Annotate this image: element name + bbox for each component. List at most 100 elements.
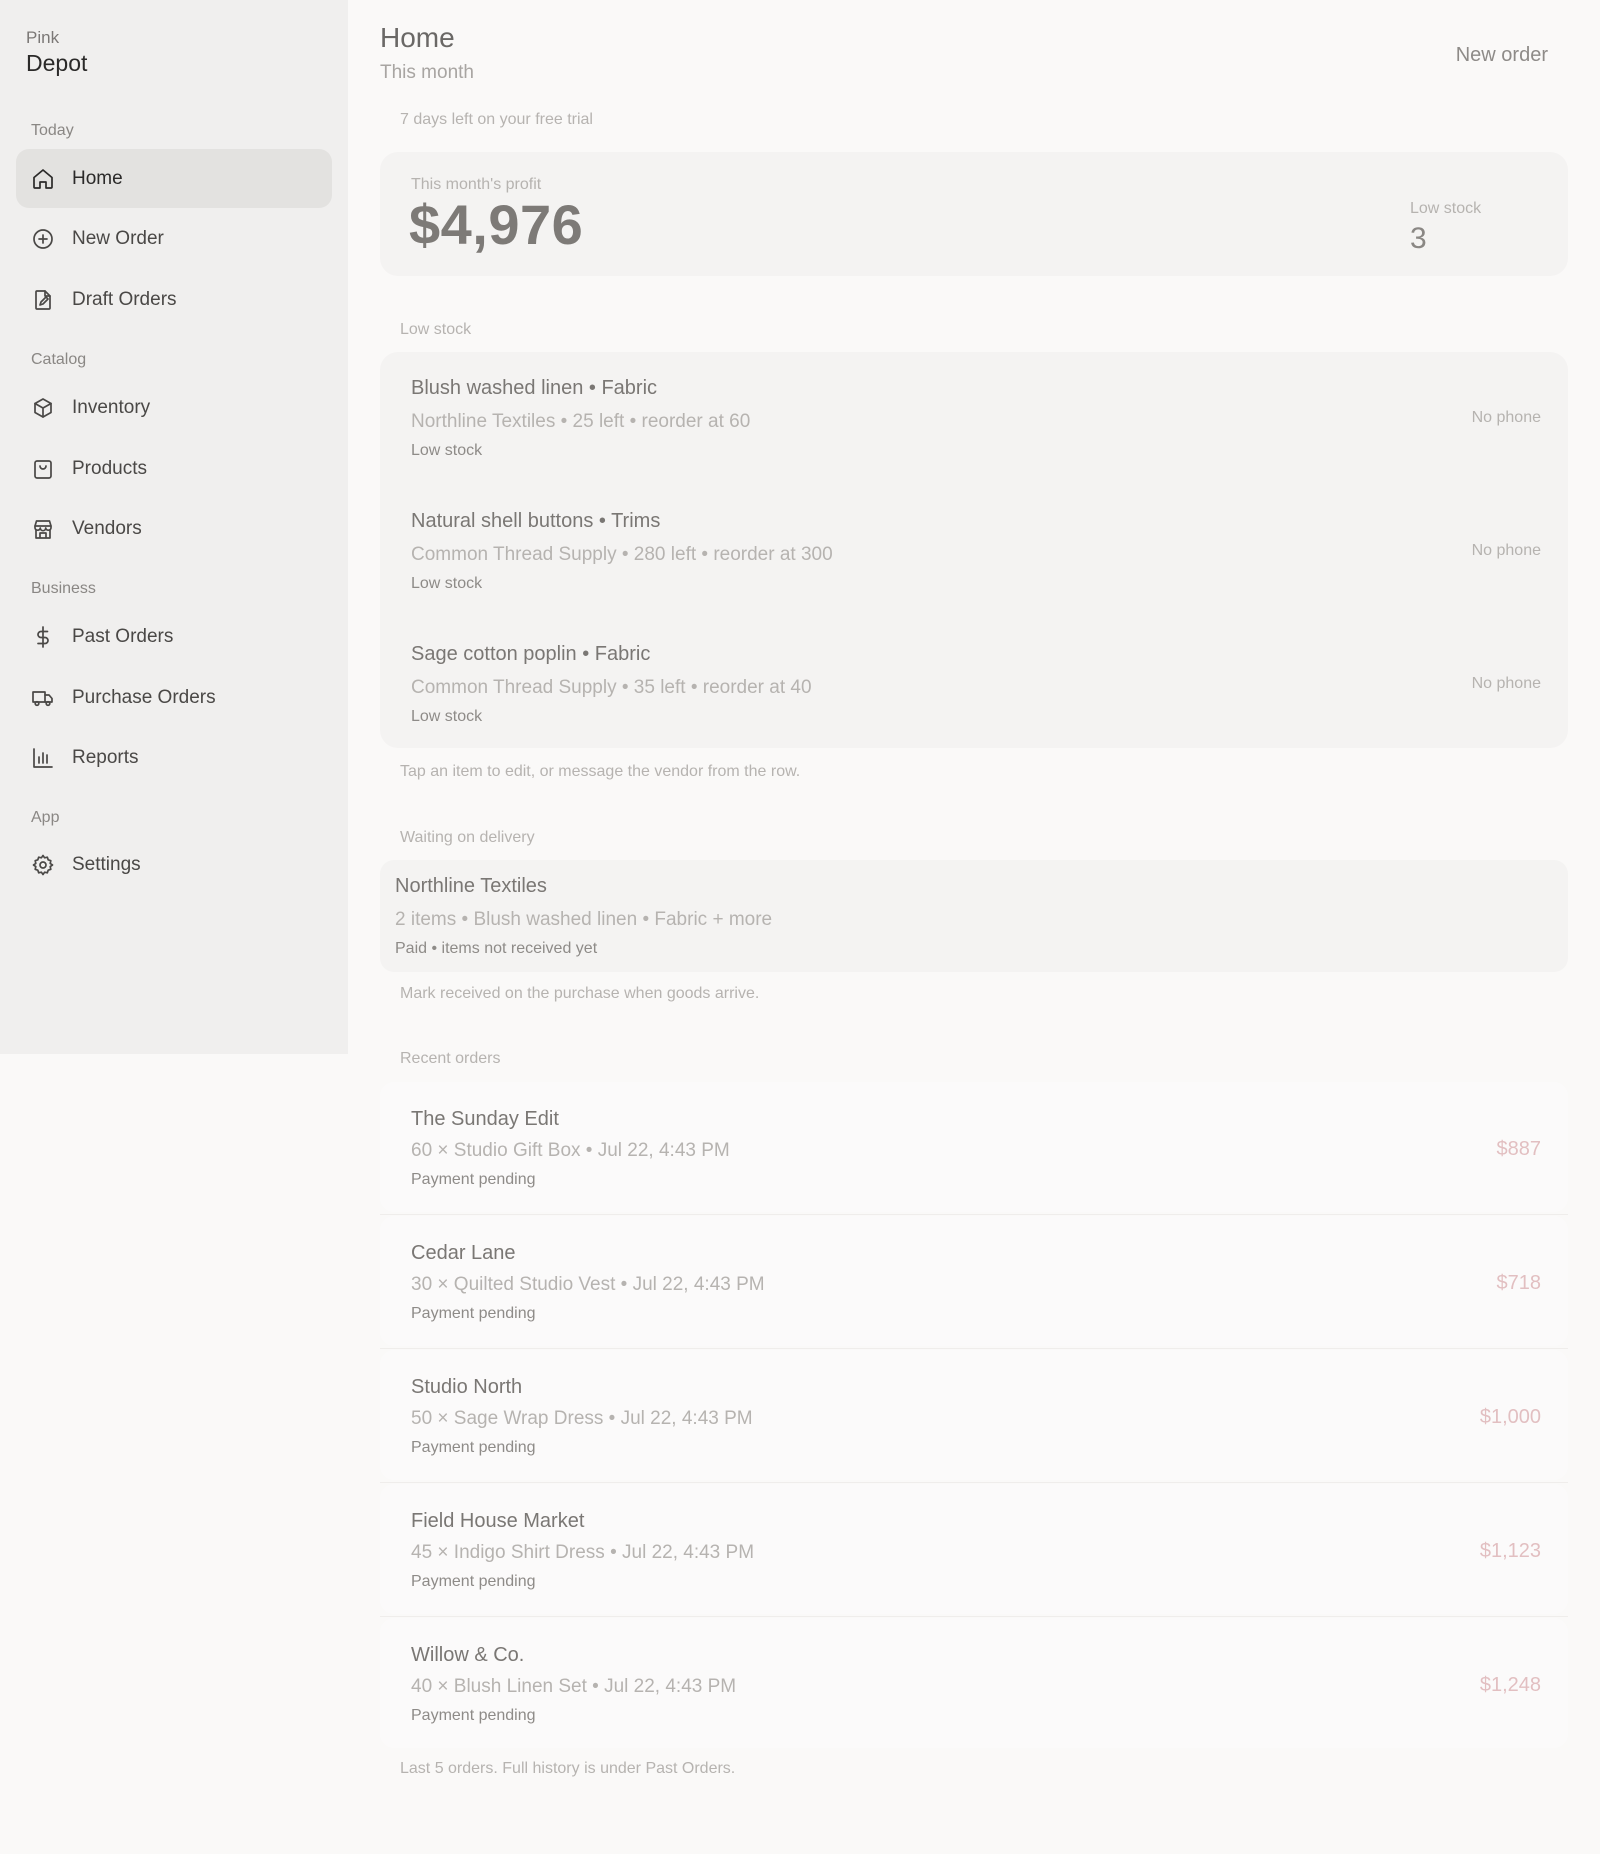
sidebar-item-label: Inventory xyxy=(72,396,151,418)
sidebar-item-label: Home xyxy=(72,167,123,189)
section-label-today: Today xyxy=(31,122,74,139)
sidebar-item-vendors[interactable]: Vendors xyxy=(16,499,332,558)
page-subtitle: This month xyxy=(380,62,474,83)
order-amount: $1,248 xyxy=(1479,1674,1541,1696)
sidebar-item-inventory[interactable]: Inventory xyxy=(16,378,332,437)
sidebar-item-label: Reports xyxy=(72,746,139,768)
order-amount: $1,123 xyxy=(1479,1540,1541,1562)
item-detail: Common Thread Supply • 35 left • reorder… xyxy=(411,677,812,698)
order-row[interactable]: Field House Market 45 × Indigo Shirt Dre… xyxy=(380,1484,1568,1614)
sidebar: Pink Depot Today Home New Order Draft Or… xyxy=(0,0,348,1054)
sidebar-item-label: Settings xyxy=(72,853,141,875)
item-status: Low stock xyxy=(411,442,483,459)
waiting-footnote: Mark received on the purchase when goods… xyxy=(400,985,760,1002)
page-title: Home xyxy=(380,22,455,53)
order-customer: Studio North xyxy=(411,1376,523,1398)
order-status: Payment pending xyxy=(411,1171,536,1188)
delivery-detail: 2 items • Blush washed linen • Fabric + … xyxy=(395,909,773,930)
order-detail: 40 × Blush Linen Set • Jul 22, 4:43 PM xyxy=(411,1676,737,1697)
sidebar-item-new-order[interactable]: New Order xyxy=(16,209,332,268)
sidebar-item-settings[interactable]: Settings xyxy=(16,835,332,894)
vendor-contact: No phone xyxy=(1471,542,1541,559)
divider xyxy=(380,1482,1568,1483)
shopping-bag-icon xyxy=(30,456,56,482)
order-status: Payment pending xyxy=(411,1305,536,1322)
order-customer: Willow & Co. xyxy=(411,1644,525,1666)
item-detail: Northline Textiles • 25 left • reorder a… xyxy=(411,411,751,432)
waiting-heading: Waiting on delivery xyxy=(400,829,535,846)
low-stock-heading: Low stock xyxy=(400,321,472,338)
order-detail: 30 × Quilted Studio Vest • Jul 22, 4:43 … xyxy=(411,1274,765,1295)
order-row[interactable]: Cedar Lane 30 × Quilted Studio Vest • Ju… xyxy=(380,1216,1568,1346)
order-status: Payment pending xyxy=(411,1439,536,1456)
order-row[interactable]: Studio North 50 × Sage Wrap Dress • Jul … xyxy=(380,1350,1568,1480)
order-detail: 50 × Sage Wrap Dress • Jul 22, 4:43 PM xyxy=(411,1408,753,1429)
sidebar-item-label: Purchase Orders xyxy=(72,686,216,708)
order-amount: $887 xyxy=(1496,1138,1542,1160)
sidebar-item-products[interactable]: Products xyxy=(16,439,332,498)
truck-icon xyxy=(30,685,56,711)
bar-chart-icon xyxy=(30,745,56,771)
low-stock-list: Blush washed linen • Fabric Northline Te… xyxy=(380,352,1568,748)
order-row[interactable]: Willow & Co. 40 × Blush Linen Set • Jul … xyxy=(380,1618,1568,1748)
sidebar-item-label: Products xyxy=(72,457,147,479)
divider xyxy=(380,1616,1568,1617)
delivery-item[interactable]: Northline Textiles 2 items • Blush washe… xyxy=(380,860,1568,972)
low-stock-count-label: Low stock xyxy=(1410,200,1482,217)
item-status: Low stock xyxy=(411,708,483,725)
order-customer: The Sunday Edit xyxy=(411,1108,559,1130)
new-order-button[interactable]: New order xyxy=(1440,44,1548,67)
summary-card: This month's profit $4,976 Low stock 3 xyxy=(380,152,1568,276)
order-customer: Field House Market xyxy=(411,1510,585,1532)
box-icon xyxy=(30,395,56,421)
item-title: Sage cotton poplin • Fabric xyxy=(411,643,651,665)
section-label-business: Business xyxy=(31,580,96,597)
divider xyxy=(380,1214,1568,1215)
vendor-contact: No phone xyxy=(1471,409,1541,426)
sidebar-item-draft-orders[interactable]: Draft Orders xyxy=(16,270,332,329)
sidebar-item-label: New Order xyxy=(72,227,164,249)
recent-orders-footnote: Last 5 orders. Full history is under Pas… xyxy=(400,1760,736,1777)
vendor-contact: No phone xyxy=(1471,675,1541,692)
order-amount: $718 xyxy=(1496,1272,1542,1294)
order-detail: 45 × Indigo Shirt Dress • Jul 22, 4:43 P… xyxy=(411,1542,755,1563)
sidebar-item-home[interactable]: Home xyxy=(16,149,332,208)
divider xyxy=(380,1348,1568,1349)
store-icon xyxy=(30,516,56,542)
section-label-app: App xyxy=(31,809,60,826)
low-stock-footnote: Tap an item to edit, or message the vend… xyxy=(400,763,801,780)
item-title: Natural shell buttons • Trims xyxy=(411,510,661,532)
gear-icon xyxy=(30,852,56,878)
delivery-status: Paid • items not received yet xyxy=(395,940,598,957)
order-customer: Cedar Lane xyxy=(411,1242,516,1264)
home-icon xyxy=(30,166,56,192)
low-stock-count: 3 xyxy=(1410,222,1427,255)
sidebar-item-label: Draft Orders xyxy=(72,288,177,310)
delivery-vendor: Northline Textiles xyxy=(395,875,547,897)
plus-circle-icon xyxy=(30,226,56,252)
order-status: Payment pending xyxy=(411,1573,536,1590)
item-status: Low stock xyxy=(411,575,483,592)
trial-notice: 7 days left on your free trial xyxy=(400,111,593,128)
sidebar-item-purchase-orders[interactable]: Purchase Orders xyxy=(16,668,332,727)
order-row[interactable]: The Sunday Edit 60 × Studio Gift Box • J… xyxy=(380,1082,1568,1212)
sidebar-item-label: Past Orders xyxy=(72,625,174,647)
dollar-icon xyxy=(30,624,56,650)
low-stock-item[interactable]: Blush washed linen • Fabric Northline Te… xyxy=(380,352,1568,485)
sidebar-item-label: Vendors xyxy=(72,517,142,539)
order-detail: 60 × Studio Gift Box • Jul 22, 4:43 PM xyxy=(411,1140,730,1161)
sidebar-item-reports[interactable]: Reports xyxy=(16,728,332,787)
low-stock-item[interactable]: Natural shell buttons • Trims Common Thr… xyxy=(380,485,1568,618)
brand-prefix: Pink xyxy=(26,28,60,47)
recent-orders-heading: Recent orders xyxy=(400,1050,501,1067)
draft-document-icon xyxy=(30,287,56,313)
item-detail: Common Thread Supply • 280 left • reorde… xyxy=(411,544,833,565)
sidebar-item-past-orders[interactable]: Past Orders xyxy=(16,607,332,666)
order-status: Payment pending xyxy=(411,1707,536,1724)
profit-value: $4,976 xyxy=(409,193,584,256)
item-title: Blush washed linen • Fabric xyxy=(411,377,658,399)
section-label-catalog: Catalog xyxy=(31,351,87,368)
brand-name: Depot xyxy=(26,50,88,76)
low-stock-item[interactable]: Sage cotton poplin • Fabric Common Threa… xyxy=(380,618,1568,748)
order-amount: $1,000 xyxy=(1479,1406,1541,1428)
